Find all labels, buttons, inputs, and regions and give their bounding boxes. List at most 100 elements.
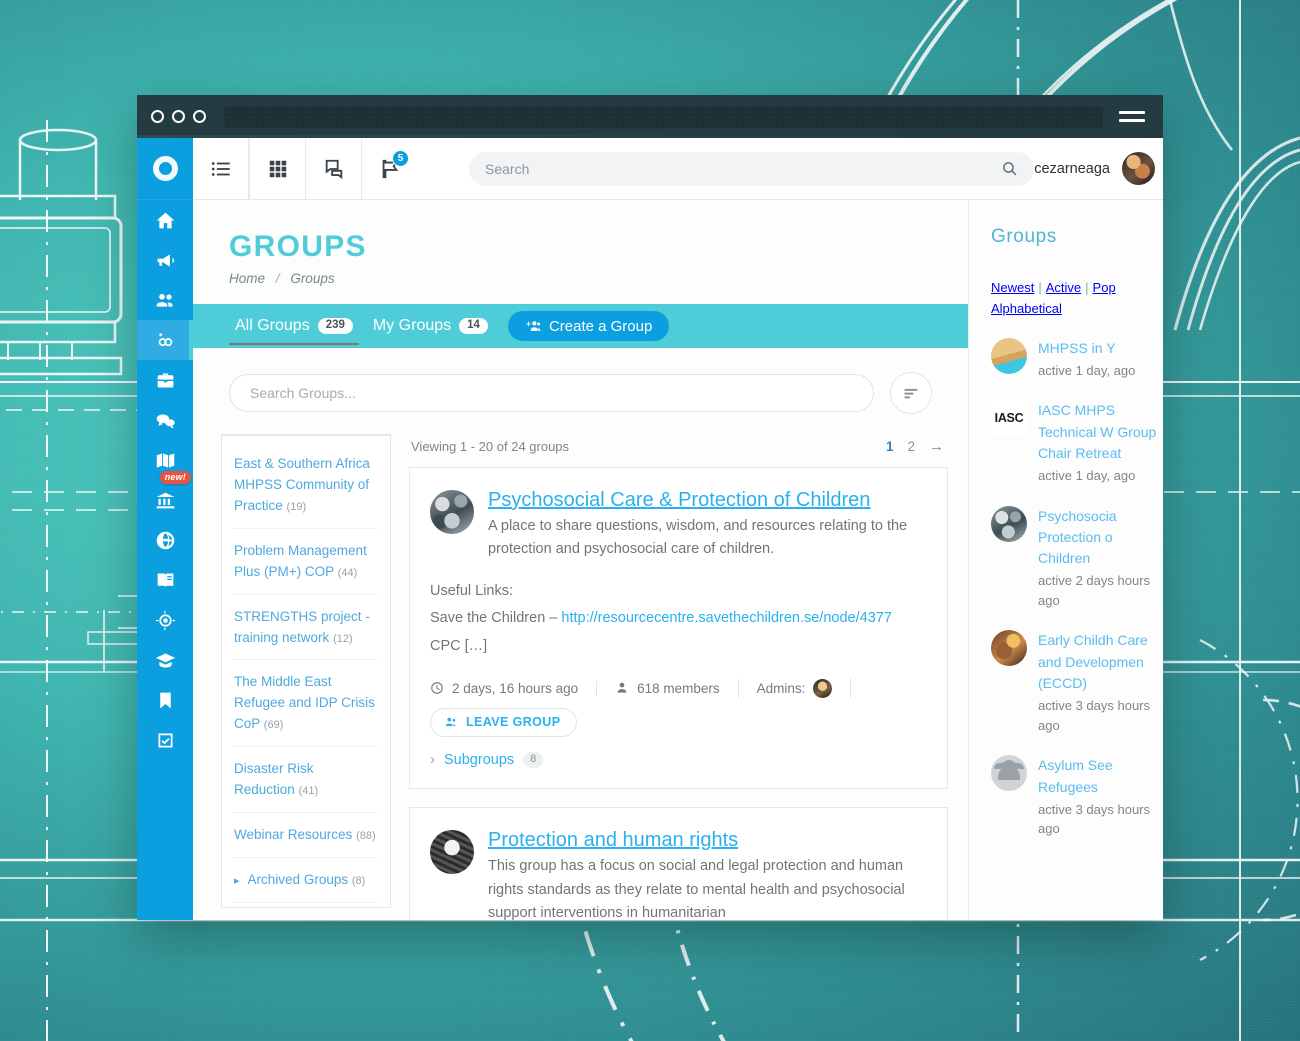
- sidebar-item-tasks[interactable]: [137, 720, 193, 760]
- sidebar-item-discussions[interactable]: [137, 400, 193, 440]
- list-item[interactable]: Psychosocia Protection o Children active…: [991, 505, 1163, 611]
- group-avatar: [991, 337, 1027, 374]
- group-card-list: Viewing 1 - 20 of 24 groups 1 2 → Psycho…: [391, 430, 948, 920]
- create-group-button[interactable]: Create a Group: [507, 311, 670, 341]
- group-card-body: Protection and human rights This group h…: [488, 828, 927, 920]
- group-avatar: IASC: [991, 400, 1027, 437]
- topnav-icon-group: 5: [193, 137, 417, 200]
- notification-count-badge: 5: [392, 149, 409, 167]
- list-item[interactable]: East & Southern Africa MHPSS Community o…: [234, 446, 378, 529]
- list-item[interactable]: STRENGTHS project - training network (12…: [234, 595, 378, 661]
- group-avatar: [991, 630, 1027, 667]
- sidebar-item-global[interactable]: [137, 520, 193, 560]
- sidebar-item-library[interactable]: [137, 560, 193, 600]
- list-item[interactable]: Webinar Resources (88): [234, 813, 378, 858]
- next-page-arrow[interactable]: →: [929, 438, 944, 455]
- admins-label: Admins:: [756, 680, 806, 696]
- widget-group-name[interactable]: MHPSS in Y: [1038, 338, 1135, 359]
- filter-active[interactable]: Active: [1046, 280, 1081, 295]
- list-item[interactable]: Problem Management Plus (PM+) COP (44): [234, 529, 378, 595]
- tab-my-groups[interactable]: My Groups 14: [367, 304, 494, 348]
- sidebar-item-learning[interactable]: [137, 640, 193, 680]
- messages-button[interactable]: [305, 137, 361, 200]
- page-1-link[interactable]: 1: [886, 439, 894, 454]
- grid-icon: [269, 160, 286, 177]
- list-view-button[interactable]: [193, 137, 249, 200]
- sidebar-item-toolkit[interactable]: [137, 360, 193, 400]
- notifications-button[interactable]: 5: [361, 137, 417, 200]
- tab-all-groups[interactable]: All Groups 239: [229, 304, 359, 348]
- grid-view-button[interactable]: [249, 137, 305, 200]
- list-item[interactable]: Asylum See Refugees active 3 days hours …: [991, 755, 1163, 839]
- tab-my-groups-label: My Groups: [372, 317, 452, 334]
- subgroups-toggle[interactable]: › Subgroups 8: [430, 751, 927, 768]
- list-item[interactable]: Early Childh Care and Developmen (ECCD) …: [991, 630, 1163, 735]
- list-item[interactable]: Disaster Risk Reduction (41): [234, 747, 378, 814]
- group-description: This group has a focus on social and leg…: [488, 858, 905, 920]
- filter-newest[interactable]: Newest: [991, 280, 1034, 295]
- subgroups-label: Subgroups: [444, 751, 515, 768]
- global-search[interactable]: [469, 151, 1035, 186]
- browser-menu-icon[interactable]: [1119, 106, 1145, 126]
- bank-icon: [156, 492, 174, 508]
- window-controls[interactable]: [151, 110, 206, 123]
- filter-popular[interactable]: Pop: [1093, 280, 1116, 295]
- list-item[interactable]: MHPSS in Y active 1 day, ago: [991, 337, 1163, 381]
- sidebar-item-announcements[interactable]: [137, 240, 193, 280]
- tab-my-groups-count: 14: [459, 317, 488, 335]
- list-item[interactable]: The Middle East Refugee and IDP Crisis C…: [234, 660, 378, 748]
- my-groups-list: East & Southern Africa MHPSS Community o…: [221, 434, 391, 908]
- page-2-link[interactable]: 2: [907, 439, 915, 454]
- search-icon[interactable]: [1001, 160, 1018, 177]
- filter-button[interactable]: [890, 372, 932, 414]
- admin-avatar[interactable]: [813, 678, 833, 698]
- window-control-dot[interactable]: [172, 110, 185, 123]
- my-group-count: (88): [356, 830, 376, 843]
- list-item[interactable]: IASC IASC MHPS Technical W Group Chair R…: [991, 400, 1163, 485]
- site-logo[interactable]: [137, 138, 193, 200]
- widget-group-name[interactable]: Early Childh Care and Developmen (ECCD): [1038, 630, 1163, 694]
- chevron-right-icon: ›: [430, 751, 435, 769]
- widget-group-name[interactable]: Psychosocia Protection o Children: [1038, 506, 1163, 570]
- breadcrumb-home[interactable]: Home: [229, 271, 265, 286]
- my-group-count: (41): [298, 785, 319, 798]
- list-icon: [211, 161, 230, 176]
- group-search-input[interactable]: [229, 374, 874, 412]
- subgroups-count: 8: [523, 751, 544, 768]
- widget-group-activity: active 1 day, ago: [1038, 468, 1136, 484]
- useful-links-heading: Useful Links:: [430, 582, 514, 599]
- browser-window: new! 5 Search cezarneaga GROUPS Home / G…: [137, 95, 1163, 920]
- group-title-link[interactable]: Protection and human rights: [488, 827, 738, 851]
- search-input[interactable]: [485, 160, 1002, 177]
- group-card-header: Psychosocial Care & Protection of Childr…: [430, 487, 927, 562]
- page-title: GROUPS: [229, 230, 367, 263]
- sidebar-item-members[interactable]: [137, 280, 193, 320]
- chat-bubbles-icon: [325, 159, 342, 179]
- window-control-dot[interactable]: [193, 110, 206, 123]
- my-group-count: (12): [333, 632, 353, 645]
- avatar[interactable]: [1122, 152, 1155, 185]
- browser-url-bar[interactable]: [224, 105, 1103, 128]
- group-activity: 2 days, 16 hours ago: [430, 681, 596, 696]
- group-admins: Admins:: [737, 678, 851, 698]
- external-link[interactable]: http://resourcecentre.savethechildren.se…: [561, 610, 892, 626]
- widget-item-text: Psychosocia Protection o Children active…: [1038, 506, 1163, 611]
- sidebar-item-bookmarks[interactable]: [137, 680, 193, 720]
- group-avatar[interactable]: [430, 490, 474, 534]
- window-control-dot[interactable]: [151, 110, 164, 123]
- sidebar-item-focus[interactable]: [137, 600, 193, 640]
- filter-alphabetical[interactable]: Alphabetical: [991, 301, 1062, 316]
- group-avatar: [991, 505, 1027, 542]
- widget-group-name[interactable]: Asylum See Refugees: [1038, 755, 1163, 798]
- sidebar-item-institutions[interactable]: new!: [137, 471, 193, 520]
- group-avatar[interactable]: [430, 830, 474, 875]
- leave-group-button[interactable]: LEAVE GROUP: [430, 708, 578, 738]
- widget-filters: Newest | Active | Pop Alphabetical: [991, 278, 1163, 320]
- book-icon: [157, 573, 173, 587]
- sidebar-item-home[interactable]: [137, 200, 193, 240]
- sidebar-item-groups[interactable]: [137, 320, 193, 360]
- list-item-archived-groups[interactable]: Archived Groups (8): [234, 858, 378, 903]
- widget-group-name[interactable]: IASC MHPS Technical W Group Chair Retrea…: [1038, 400, 1163, 464]
- user-menu[interactable]: cezarneaga: [1034, 152, 1163, 185]
- group-title-link[interactable]: Psychosocial Care & Protection of Childr…: [488, 487, 870, 511]
